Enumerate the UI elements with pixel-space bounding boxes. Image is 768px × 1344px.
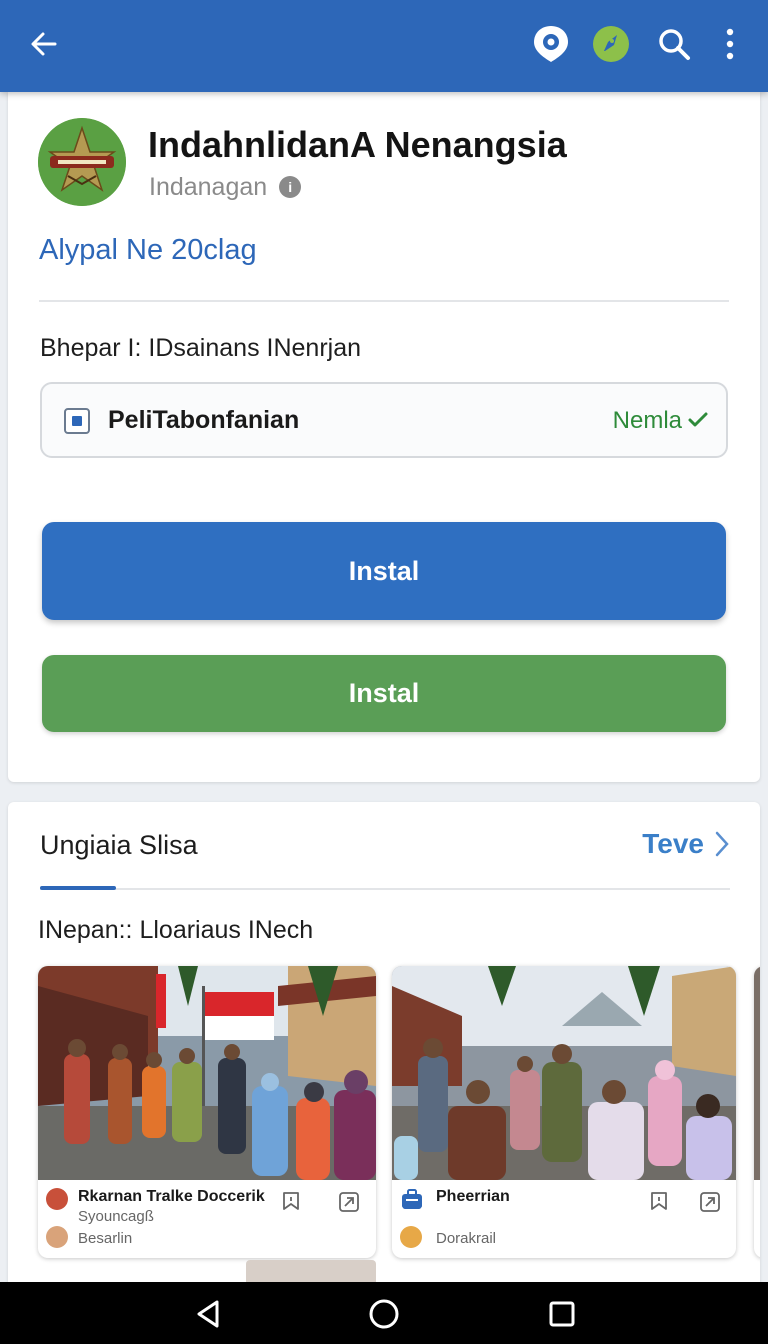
media-meta: Pheerrian Dorakrail (392, 1180, 736, 1258)
media-author: Besarlin (78, 1230, 133, 1247)
install-button-secondary[interactable]: Instal (42, 655, 726, 732)
version-link[interactable]: Alypal Ne 20clag (39, 234, 257, 267)
media-photo (392, 966, 736, 1180)
selector-value: Nemla (612, 407, 682, 434)
media-photo (754, 966, 760, 1180)
nav-home-icon (369, 1299, 399, 1329)
more-vert-icon (726, 28, 734, 60)
developer-name[interactable]: Indanagan (149, 173, 267, 202)
top-app-bar (0, 0, 768, 92)
chevron-right-icon (715, 831, 729, 857)
nav-home-button[interactable] (364, 1294, 404, 1334)
back-button[interactable] (22, 22, 66, 66)
selector-label: PeliTabonfanian (108, 406, 300, 434)
media-subtitle-text: Syouncagß (78, 1208, 154, 1225)
rocket-badge-icon (593, 26, 629, 62)
see-all-link[interactable]: Teve (642, 828, 730, 860)
bookmark-icon[interactable] (647, 1190, 671, 1214)
tab-indicator (40, 886, 116, 890)
media-section-title: Ungiaia Slisa (40, 830, 198, 860)
rocket-badge-button[interactable] (591, 24, 631, 64)
app-info-card: IndahnlidanA Nenangsia Indanagan i Alypa… (8, 92, 760, 782)
search-button[interactable] (654, 24, 694, 64)
media-title: Rkarnan Tralke Doccerik (78, 1188, 265, 1205)
author-avatar (46, 1226, 68, 1248)
tab-divider (40, 888, 730, 890)
section-label: Bhepar I: IDsainans INenrjan (40, 334, 362, 362)
developer-row: Indanagan i (149, 172, 302, 202)
app-logo (38, 118, 126, 206)
nav-back-button[interactable] (188, 1294, 228, 1334)
system-nav-bar (0, 1282, 768, 1344)
install-button-primary[interactable]: Instal (42, 522, 726, 620)
check-mark-icon (688, 412, 708, 427)
checkbox-icon[interactable] (64, 408, 90, 434)
media-card[interactable]: Pheerrian Dorakrail (392, 966, 736, 1258)
media-section-card: Ungiaia Slisa Teve INepan:: Lloariaus IN… (8, 802, 760, 1344)
nav-recents-icon (549, 1301, 575, 1327)
info-icon[interactable]: i (279, 176, 302, 198)
media-subtitle: INepan:: Lloariaus INech (38, 916, 314, 944)
avatar (46, 1188, 68, 1210)
media-card-partial[interactable] (754, 966, 760, 1258)
media-photo (38, 966, 376, 1180)
nav-back-icon (197, 1300, 219, 1328)
author-avatar (400, 1226, 422, 1248)
app-title: IndahnlidanA Nenangsia (148, 124, 567, 165)
briefcase-icon (402, 1189, 422, 1209)
search-icon (659, 29, 690, 60)
media-title: Pheerrian (436, 1188, 510, 1205)
option-selector[interactable]: PeliTabonfanian Nemla (40, 382, 728, 458)
settings-badge-icon (534, 26, 568, 62)
media-author: Dorakrail (436, 1230, 497, 1247)
arrow-back-icon (31, 32, 57, 56)
see-all-label: Teve (642, 828, 704, 859)
media-meta: Rkarnan Tralke Doccerik Syouncagß Besarl… (38, 1180, 376, 1258)
nav-recents-button[interactable] (542, 1294, 582, 1334)
share-icon[interactable] (337, 1190, 361, 1214)
divider (39, 300, 729, 302)
share-icon[interactable] (698, 1190, 722, 1214)
more-options-button[interactable] (710, 24, 750, 64)
bookmark-icon[interactable] (279, 1190, 303, 1214)
media-card[interactable]: Rkarnan Tralke Doccerik Syouncagß Besarl… (38, 966, 376, 1258)
settings-badge-button[interactable] (531, 24, 571, 64)
